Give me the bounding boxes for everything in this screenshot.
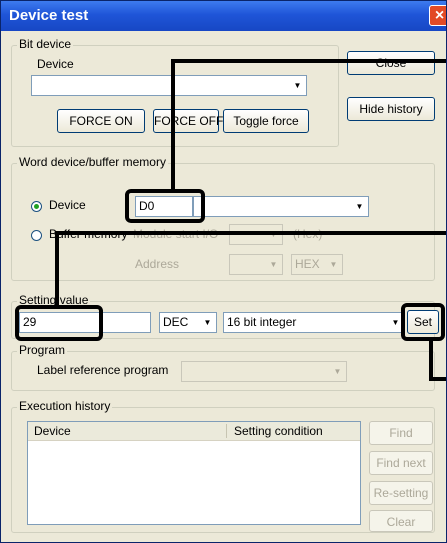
set-callout-box: [401, 303, 445, 341]
chevron-down-icon[interactable]: ▼: [290, 77, 305, 94]
address-format-value: HEX: [295, 257, 320, 271]
data-type-value: 16 bit integer: [227, 315, 297, 329]
column-setting-condition[interactable]: Setting condition: [234, 424, 323, 438]
find-button[interactable]: Find: [369, 421, 433, 445]
toggle-force-button[interactable]: Toggle force: [223, 109, 309, 133]
chevron-down-icon[interactable]: ▼: [352, 198, 367, 215]
data-type-combo[interactable]: 16 bit integer ▼: [223, 312, 405, 333]
callout-line: [55, 231, 446, 235]
label-reference-combo[interactable]: ▼: [181, 361, 347, 382]
bit-device-legend: Bit device: [17, 37, 74, 51]
callout-line: [55, 231, 59, 307]
title-bar: Device test ×: [1, 1, 446, 31]
clear-button[interactable]: Clear: [369, 510, 433, 532]
hide-history-button[interactable]: Hide history: [347, 97, 435, 121]
close-button[interactable]: Close: [347, 51, 435, 75]
column-divider: [226, 424, 227, 438]
callout-line: [429, 377, 446, 381]
word-device-legend: Word device/buffer memory: [17, 155, 168, 169]
label-reference-label: Label reference program: [37, 363, 169, 377]
chevron-down-icon[interactable]: ▼: [200, 314, 215, 331]
callout-line: [429, 339, 433, 381]
address-label: Address: [135, 257, 180, 271]
history-header: Device Setting condition: [28, 422, 360, 441]
history-table[interactable]: Device Setting condition: [27, 421, 361, 525]
word-device-group: [11, 163, 435, 281]
bit-device-combo[interactable]: ▼: [31, 75, 307, 96]
device-radio[interactable]: [31, 201, 42, 212]
force-off-button[interactable]: FORCE OFF: [153, 109, 223, 133]
callout-line: [171, 59, 175, 191]
bit-device-label: Device: [37, 57, 74, 71]
device-test-window: Device test × Bit device Device ▼ FORCE …: [0, 0, 447, 543]
column-device[interactable]: Device: [34, 424, 71, 438]
device-radio-label: Device: [49, 198, 86, 212]
window-close-icon[interactable]: ×: [429, 5, 446, 26]
resetting-button[interactable]: Re-setting: [369, 481, 433, 505]
address-combo[interactable]: ▼: [229, 254, 283, 275]
word-device-combo[interactable]: ▼: [193, 196, 369, 217]
device-callout-box: [125, 189, 205, 223]
setting-callout-box: [15, 305, 103, 341]
force-on-button[interactable]: FORCE ON: [57, 109, 145, 133]
execution-history-legend: Execution history: [17, 399, 113, 413]
program-legend: Program: [17, 343, 68, 357]
base-combo[interactable]: DEC ▼: [159, 312, 217, 333]
buffer-memory-radio[interactable]: [31, 230, 42, 241]
base-value: DEC: [163, 315, 189, 329]
chevron-down-icon[interactable]: ▼: [326, 256, 341, 273]
chevron-down-icon[interactable]: ▼: [330, 363, 345, 380]
window-title: Device test: [9, 7, 89, 24]
chevron-down-icon[interactable]: ▼: [266, 256, 281, 273]
find-next-button[interactable]: Find next: [369, 451, 433, 475]
callout-line: [171, 59, 446, 63]
address-format-combo[interactable]: HEX ▼: [291, 254, 343, 275]
